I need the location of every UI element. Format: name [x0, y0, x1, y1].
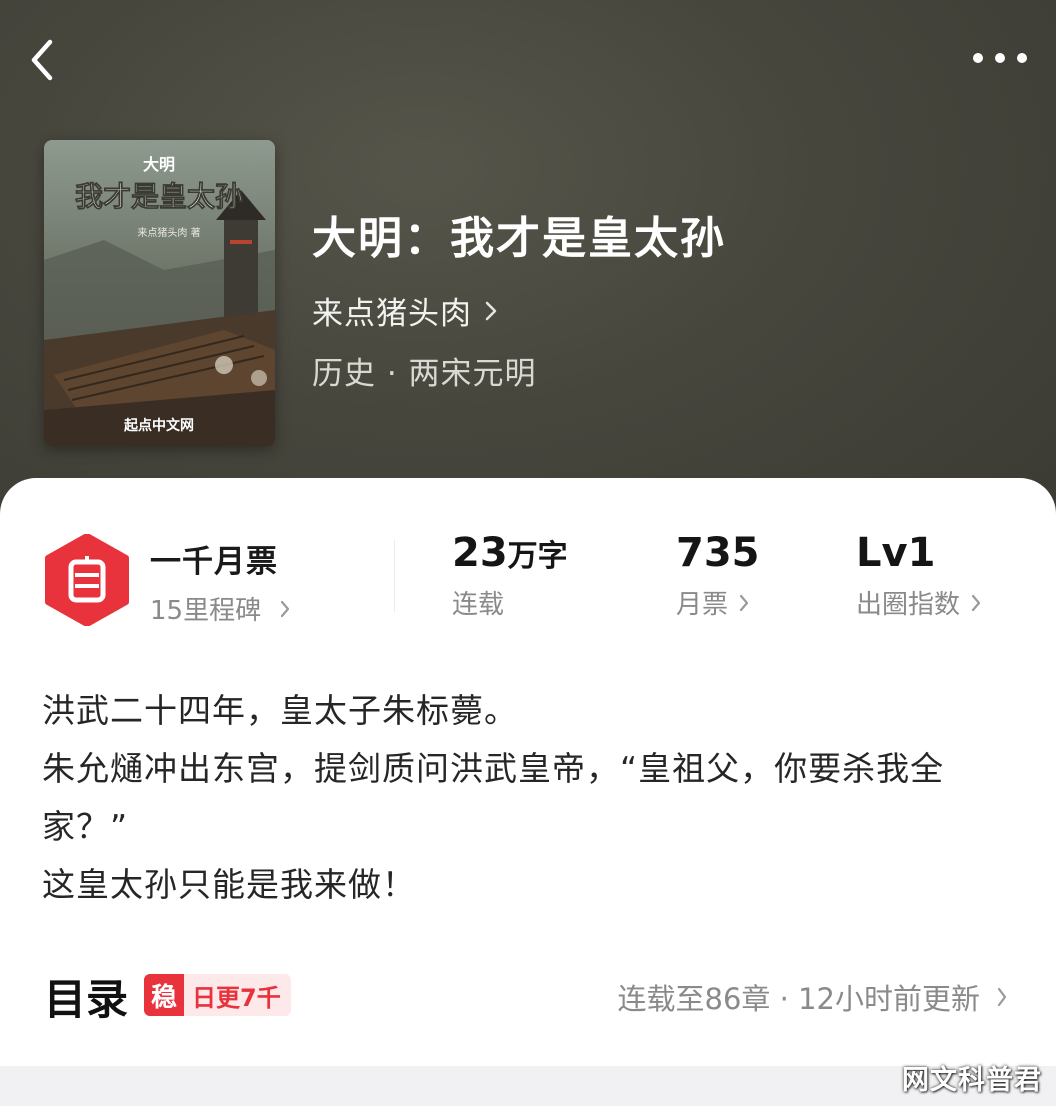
chevron-right-icon	[485, 301, 497, 320]
popularity-index-label: 出圈指数	[856, 590, 961, 620]
monthly-votes-stat[interactable]: 735 月票	[676, 530, 760, 621]
popularity-index-stat[interactable]: Lv1 出圈指数	[856, 530, 982, 621]
word-count-stat: 23万字 连载	[452, 530, 568, 621]
update-frequency-badge: 稳 日更7千	[144, 974, 291, 1016]
book-title: 大明：我才是皇太孙	[312, 213, 726, 264]
book-genre[interactable]: 历史 · 两宋元明	[312, 348, 537, 393]
watermark: 网文科普君	[902, 1065, 1042, 1096]
monthly-votes-label: 月票	[676, 590, 729, 620]
back-arrow-icon	[31, 39, 53, 81]
stats-divider	[394, 540, 395, 612]
ticket-milestone-subtitle: 15里程碑	[150, 596, 262, 626]
word-count-label: 连载	[452, 590, 505, 620]
stable-mark: 稳	[144, 974, 184, 1016]
book-header: 大明 我才是皇太孙 来点猪头肉 著 起点中文网 大明：我才是皇太孙 来点猪头肉 …	[0, 0, 1056, 560]
toc-status: 连载至86章 · 12小时前更新	[618, 976, 1008, 1018]
latest-chapter-status: 连载至86章 · 12小时前更新	[617, 982, 980, 1016]
chevron-right-icon	[971, 594, 981, 611]
author-link[interactable]: 来点猪头肉	[312, 288, 498, 333]
chevron-right-icon	[997, 987, 1007, 1007]
toc-title: 目录	[44, 975, 129, 1024]
cover-publisher-text: 起点中文网	[123, 417, 194, 434]
table-of-contents-row[interactable]: 目录 稳 日更7千 连载至86章 · 12小时前更新	[0, 960, 1056, 1030]
word-count-unit: 万字	[507, 539, 568, 574]
section-separator	[0, 1066, 1056, 1106]
ticket-milestone-link[interactable]: 15里程碑	[150, 590, 291, 627]
book-cover[interactable]: 大明 我才是皇太孙 来点猪头肉 著 起点中文网	[44, 140, 275, 446]
book-synopsis[interactable]: 洪武二十四年，皇太子朱标薨。 朱允熥冲出东宫，提剑质问洪武皇帝，“皇祖父，你要杀…	[42, 682, 1022, 914]
synopsis-line: 洪武二十四年，皇太子朱标薨。	[42, 691, 518, 730]
chevron-right-icon	[280, 600, 290, 617]
synopsis-line: 这皇太孙只能是我来做！	[42, 865, 416, 904]
popularity-index-value: Lv1	[856, 530, 936, 576]
back-button[interactable]	[22, 36, 66, 84]
synopsis-line: 朱允熥冲出东宫，提剑质问洪武皇帝，“皇祖父，你要杀我全家？”	[42, 749, 945, 846]
update-frequency-text: 日更7千	[192, 983, 281, 1012]
more-options-button[interactable]	[966, 40, 1036, 76]
ticket-icon[interactable]	[44, 534, 130, 626]
cover-series-text: 大明	[143, 155, 175, 174]
word-count-value: 23	[452, 530, 508, 576]
author-name: 来点猪头肉	[312, 296, 472, 332]
cover-title-text: 我才是皇太孙	[75, 180, 243, 213]
ticket-milestone-title: 一千月票	[150, 544, 278, 580]
cover-author-text: 来点猪头肉 著	[137, 226, 200, 239]
more-dots-icon	[973, 53, 1027, 63]
monthly-votes-value: 735	[676, 530, 760, 576]
chevron-right-icon	[739, 594, 749, 611]
